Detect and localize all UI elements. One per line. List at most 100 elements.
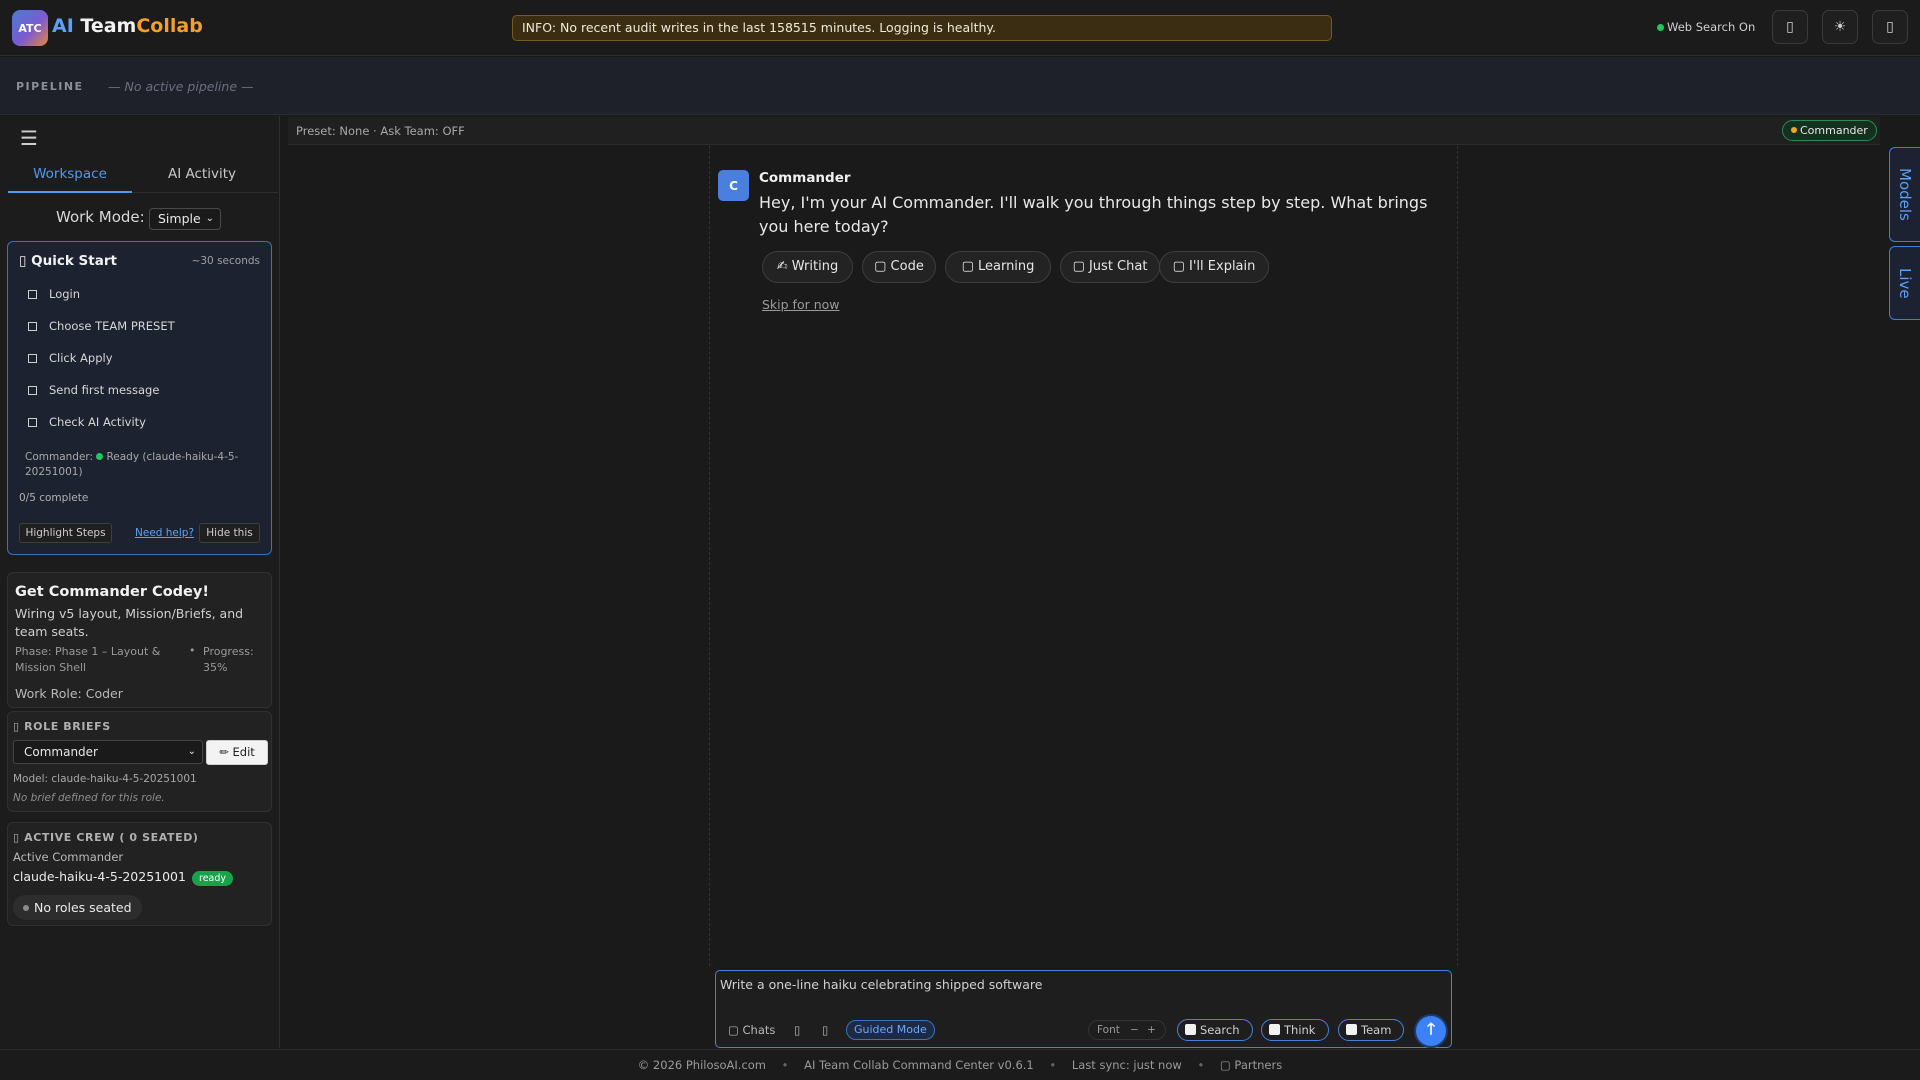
active-commander-label: Active Commander <box>13 850 124 864</box>
hide-quick-start-button[interactable]: Hide this <box>199 523 260 543</box>
checkbox-icon <box>1346 1024 1357 1035</box>
codey-description: Wiring v5 layout, Mission/Briefs, and te… <box>15 606 244 639</box>
footer-version: AI Team Collab Command Center v0.6.1 <box>804 1058 1034 1072</box>
codey-progress: Progress: 35% <box>203 645 254 674</box>
role-briefs-title: ▯ ROLE BRIEFS <box>13 720 111 733</box>
team-toggle[interactable]: Team <box>1338 1019 1404 1041</box>
quick-start-panel: ▯ Quick Start ~30 seconds Login Choose T… <box>7 241 272 555</box>
quick-start-step[interactable]: Choose TEAM PRESET <box>28 319 175 333</box>
message-input[interactable]: Write a one-line haiku celebrating shipp… <box>720 977 1042 992</box>
highlight-steps-button[interactable]: Highlight Steps <box>19 523 112 543</box>
skip-link[interactable]: Skip for now <box>762 297 840 312</box>
font-size-control: Font − + <box>1088 1020 1166 1040</box>
active-crew-card: ▯ ACTIVE CREW ( 0 SEATED) Active Command… <box>7 822 272 926</box>
search-toggle[interactable]: Search <box>1177 1019 1253 1041</box>
quick-start-progress: 0/5 complete <box>19 492 89 504</box>
checkbox-icon <box>28 418 37 427</box>
checkbox-icon <box>1185 1024 1196 1035</box>
message-author: Commander <box>759 170 851 186</box>
document-icon: ▯ <box>13 720 20 733</box>
codey-card: Get Commander Codey! Wiring v5 layout, M… <box>7 572 272 708</box>
left-sidebar: ☰ Workspace AI Activity Work Mode: Simpl… <box>0 116 280 1048</box>
choice-writing-button[interactable]: ✍ Writing <box>762 251 853 283</box>
sidebar-tabs: Workspace AI Activity <box>8 164 278 193</box>
top-header: ATC AI TeamCollab INFO: No recent audit … <box>0 0 1920 56</box>
tab-models[interactable]: Models <box>1889 147 1920 242</box>
checkbox-icon <box>1269 1024 1280 1035</box>
font-label: Font <box>1097 1024 1120 1036</box>
message-text: Hey, I'm your AI Commander. I'll walk yo… <box>759 193 1428 236</box>
message-composer: Write a one-line haiku celebrating shipp… <box>715 970 1452 1048</box>
choice-learning-button[interactable]: ▢ Learning <box>945 251 1051 283</box>
checkbox-icon <box>28 354 37 363</box>
font-increase-button[interactable]: + <box>1147 1021 1156 1039</box>
pipeline-bar: PIPELINE — No active pipeline — <box>0 57 1920 115</box>
status-dot-icon <box>1791 127 1797 133</box>
choice-just-chat-button[interactable]: ▢ Just Chat <box>1060 251 1160 283</box>
choice-code-button[interactable]: ▢ Code <box>862 251 936 283</box>
mic-icon[interactable]: ▯ <box>822 1023 828 1037</box>
chevron-down-icon: ⌄ <box>187 746 196 757</box>
chevron-down-icon: ⌄ <box>205 213 214 224</box>
phone-icon: ▯ <box>1786 19 1794 35</box>
status-dot-icon <box>23 905 29 911</box>
role-select[interactable]: Commander ⌄ <box>13 740 203 764</box>
work-mode-select[interactable]: Simple ⌄ <box>149 208 221 230</box>
logo-badge: ATC <box>12 10 48 46</box>
codey-work-role: Work Role: Coder <box>15 686 123 701</box>
preset-status: Preset: None · Ask Team: OFF <box>296 124 465 138</box>
quick-start-step[interactable]: Send first message <box>28 383 159 397</box>
theme-sun-icon: ☀ <box>1833 19 1847 35</box>
quick-start-step[interactable]: Click Apply <box>28 351 113 365</box>
work-mode-label: Work Mode: <box>56 208 145 226</box>
bullet-separator: • <box>189 644 196 657</box>
avatar: C <box>718 170 749 201</box>
status-badge: ready <box>192 871 234 886</box>
user-icon: ▯ <box>1886 19 1894 35</box>
role-model: Model: claude-haiku-4-5-20251001 <box>13 773 197 785</box>
quick-start-title: ▯ Quick Start <box>19 253 117 269</box>
pipeline-label: PIPELINE <box>16 80 84 93</box>
web-search-status[interactable]: Web Search On <box>1657 20 1755 34</box>
checkbox-icon <box>28 322 37 331</box>
codey-phase: Phase: Phase 1 – Layout & Mission Shell <box>15 645 161 674</box>
crew-icon: ▯ <box>13 831 20 844</box>
tab-workspace[interactable]: Workspace <box>8 164 132 193</box>
theme-toggle-button[interactable]: ☀ <box>1822 10 1858 44</box>
tab-live[interactable]: Live <box>1889 246 1920 320</box>
role-briefs-card: ▯ ROLE BRIEFS Commander ⌄ ✏ Edit Model: c… <box>7 711 272 812</box>
hamburger-menu-icon[interactable]: ☰ <box>20 126 38 150</box>
commander-status: Commander: Ready (claude-haiku-4-5-20251… <box>25 451 239 478</box>
attach-icon[interactable]: ▯ <box>794 1023 800 1037</box>
phone-button[interactable]: ▯ <box>1772 10 1808 44</box>
edit-brief-button[interactable]: ✏ Edit <box>206 740 268 765</box>
guided-mode-button[interactable]: Guided Mode <box>846 1020 935 1040</box>
chat-column: C Commander Hey, I'm your AI Commander. … <box>709 146 1458 966</box>
chats-button[interactable]: ▢ Chats <box>728 1023 775 1037</box>
quick-start-step[interactable]: Login <box>28 287 80 301</box>
choice-ill-explain-button[interactable]: ▢ I'll Explain <box>1159 251 1269 283</box>
footer-partners-link[interactable]: ▢ Partners <box>1220 1058 1282 1072</box>
need-help-link[interactable]: Need help? <box>135 527 194 539</box>
codey-title: Get Commander Codey! <box>15 584 209 600</box>
active-crew-title: ▯ ACTIVE CREW ( 0 SEATED) <box>13 831 199 844</box>
quick-start-time: ~30 seconds <box>191 255 260 267</box>
think-toggle[interactable]: Think <box>1261 1019 1329 1041</box>
status-dot-icon <box>1657 24 1664 31</box>
checkbox-icon <box>28 290 37 299</box>
user-menu-button[interactable]: ▯ <box>1872 10 1908 44</box>
status-dot-icon <box>96 453 104 460</box>
footer: © 2026 PhilosoAI.com • AI Team Collab Co… <box>0 1049 1920 1080</box>
tab-ai-activity[interactable]: AI Activity <box>140 164 264 193</box>
info-banner: INFO: No recent audit writes in the last… <box>512 15 1332 41</box>
rocket-icon: ▯ <box>19 253 27 269</box>
brand-title: AI TeamCollab <box>52 15 203 37</box>
commander-chip[interactable]: Commander <box>1782 120 1877 141</box>
arrow-up-icon: 🡑 <box>1426 1018 1436 1038</box>
preset-bar: Preset: None · Ask Team: OFF Commander <box>288 117 1880 145</box>
quick-start-step[interactable]: Check AI Activity <box>28 415 146 429</box>
send-button[interactable]: 🡑 <box>1416 1016 1446 1046</box>
font-decrease-button[interactable]: − <box>1130 1021 1139 1039</box>
footer-last-sync: Last sync: just now <box>1071 1058 1182 1072</box>
role-brief-note: No brief defined for this role. <box>13 792 165 804</box>
